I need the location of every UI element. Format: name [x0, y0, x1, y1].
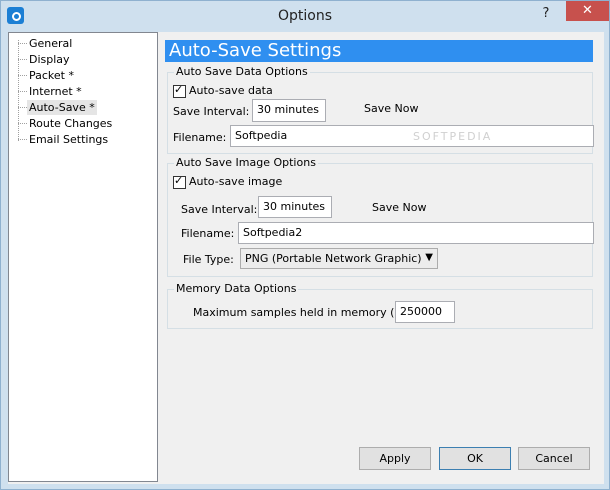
filename-label: Filename:	[181, 227, 235, 240]
tree-connector	[18, 59, 27, 60]
auto-save-image-group: Auto Save Image Options Auto-save image …	[167, 156, 594, 277]
save-interval-label: Save Interval:	[173, 105, 250, 118]
file-type-label: File Type:	[183, 253, 234, 266]
tree-item-auto-save[interactable]: Auto-Save *	[27, 100, 97, 115]
filename-label: Filename:	[173, 131, 227, 144]
file-type-select[interactable]: PNG (Portable Network Graphic) ▼	[240, 248, 438, 269]
tree-connector	[18, 43, 27, 44]
group-title: Auto Save Image Options	[174, 156, 318, 169]
tree-connector	[18, 107, 27, 108]
save-interval-input[interactable]: 30 minutes	[252, 99, 326, 122]
auto-save-image-checkbox[interactable]	[173, 174, 186, 189]
group-title: Auto Save Data Options	[174, 65, 310, 78]
panel-header: Auto-Save Settings	[165, 40, 593, 62]
tree-connector	[18, 123, 27, 124]
title-bar[interactable]: Options ? ✕	[1, 1, 609, 31]
tree-item-general[interactable]: General	[29, 36, 72, 51]
save-interval-input[interactable]: 30 minutes	[258, 196, 332, 218]
file-type-value: PNG (Portable Network Graphic)	[245, 252, 422, 265]
apply-button[interactable]: Apply	[359, 447, 431, 470]
chevron-down-icon: ▼	[425, 252, 433, 263]
max-samples-input[interactable]: 250000	[395, 301, 455, 323]
watermark: SOFTPEDIA	[413, 130, 493, 143]
tree-item-email-settings[interactable]: Email Settings	[29, 132, 108, 147]
save-now-button[interactable]: Save Now	[364, 102, 418, 115]
filename-input[interactable]: Softpedia	[230, 125, 594, 147]
options-window: Options ? ✕ General Display Packet * Int…	[0, 0, 610, 490]
checkbox-label: Auto-save image	[189, 175, 283, 188]
options-tree[interactable]: General Display Packet * Internet * Auto…	[8, 32, 158, 482]
cancel-button[interactable]: Cancel	[518, 447, 590, 470]
dialog-client-area: General Display Packet * Internet * Auto…	[8, 32, 604, 484]
filename-input[interactable]: Softpedia2	[238, 222, 594, 244]
auto-save-data-group: Auto Save Data Options Auto-save data Sa…	[167, 65, 594, 154]
save-now-button[interactable]: Save Now	[372, 201, 426, 214]
group-title: Memory Data Options	[174, 282, 299, 295]
tree-item-route-changes[interactable]: Route Changes	[29, 116, 112, 131]
checkbox-label: Auto-save data	[189, 84, 273, 97]
tree-connector	[18, 91, 27, 92]
help-button[interactable]: ?	[536, 6, 556, 24]
tree-item-display[interactable]: Display	[29, 52, 70, 67]
tree-item-internet[interactable]: Internet *	[29, 84, 82, 99]
tree-connector	[18, 75, 27, 76]
window-title: Options	[277, 8, 333, 24]
memory-data-group: Memory Data Options Maximum samples held…	[167, 282, 593, 329]
tree-connector	[18, 139, 27, 140]
settings-panel: Auto-Save Settings Auto Save Data Option…	[165, 32, 604, 484]
auto-save-data-checkbox[interactable]	[173, 83, 186, 98]
close-button[interactable]: ✕	[566, 1, 609, 21]
ok-button[interactable]: OK	[439, 447, 511, 470]
tree-item-packet[interactable]: Packet *	[29, 68, 74, 83]
save-interval-label: Save Interval:	[181, 203, 258, 216]
